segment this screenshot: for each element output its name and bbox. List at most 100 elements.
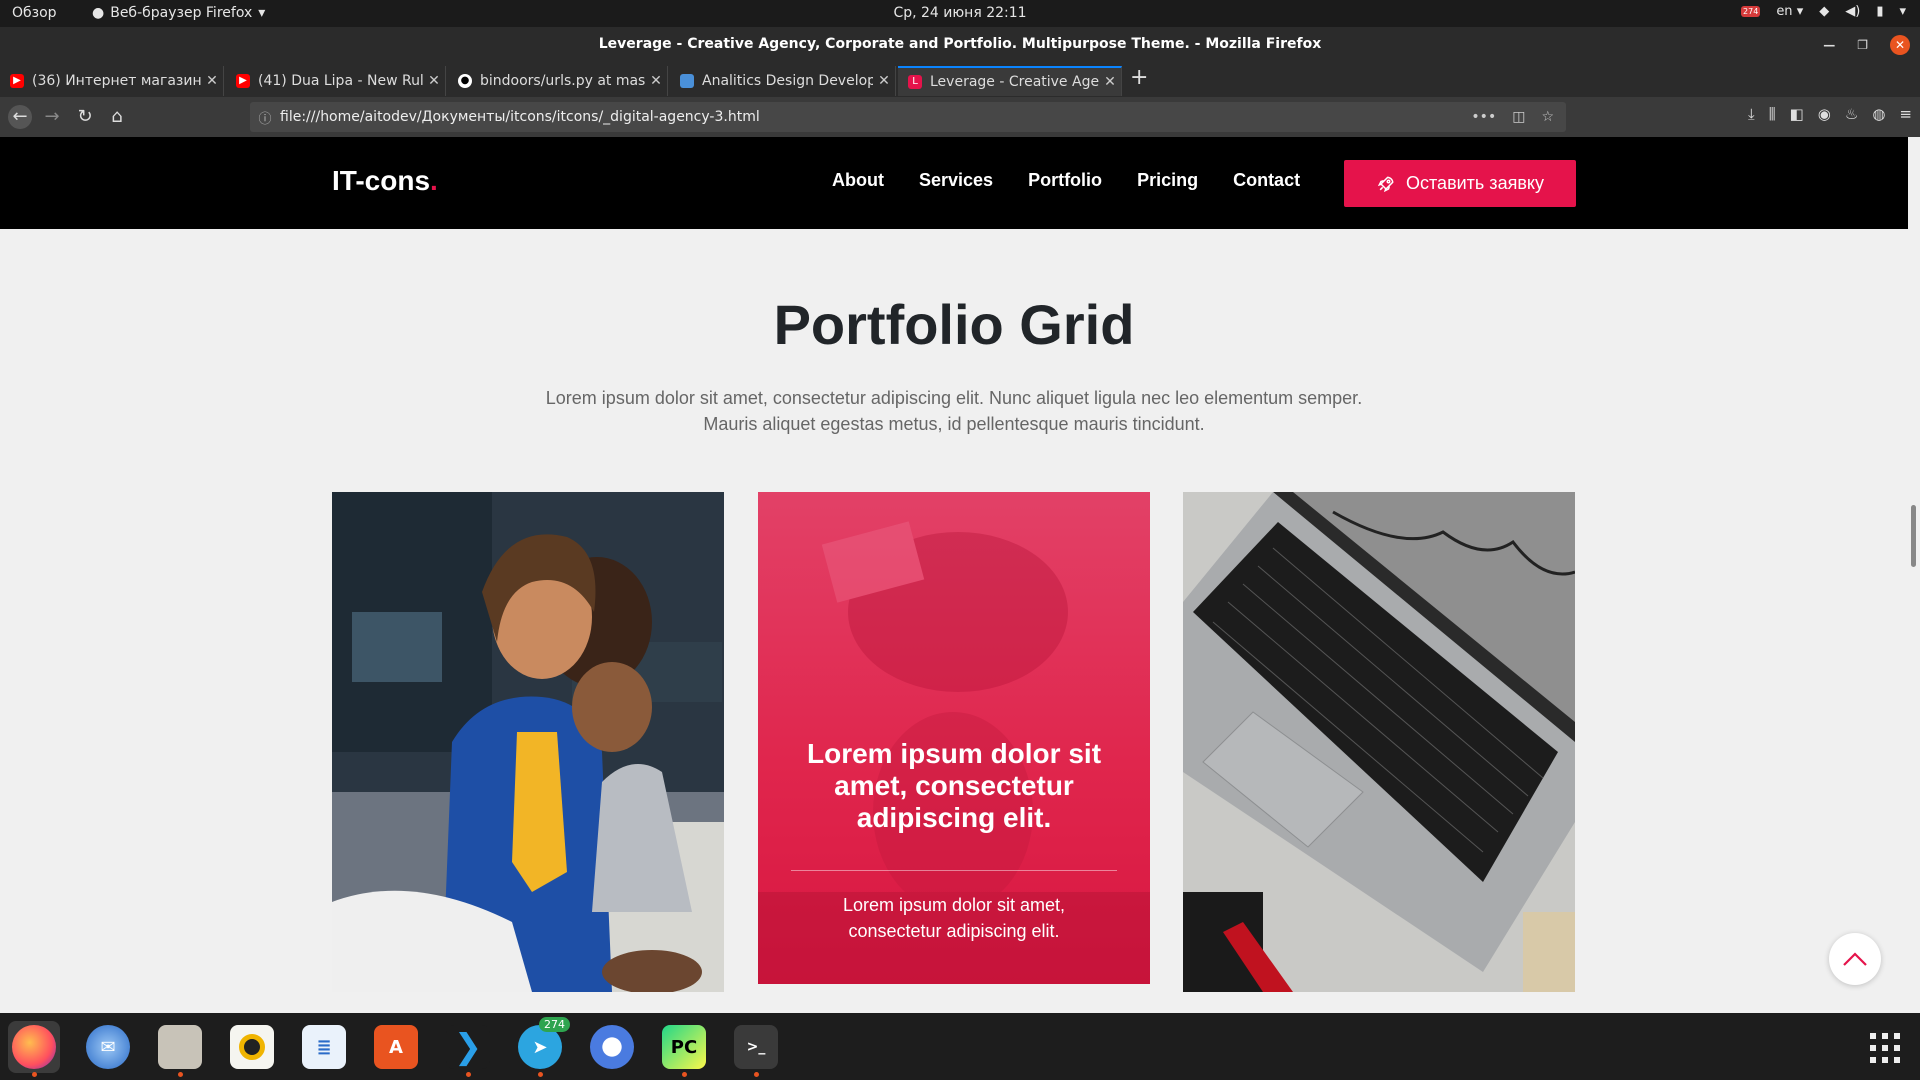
nav-about[interactable]: About xyxy=(832,170,884,191)
request-button-label: Оставить заявку xyxy=(1406,173,1544,193)
section-title: Portfolio Grid xyxy=(773,293,1135,356)
clock[interactable]: Ср, 24 июня 22:11 xyxy=(893,5,1026,21)
dock-terminal[interactable]: >_ xyxy=(730,1021,782,1077)
files-icon xyxy=(158,1025,202,1069)
terminal-icon: >_ xyxy=(734,1025,778,1069)
bookmark-star-icon[interactable]: ☆ xyxy=(1541,109,1554,125)
chevron-down-icon[interactable]: ▾ xyxy=(1899,4,1906,19)
close-tab-icon[interactable]: ✕ xyxy=(201,73,223,89)
tab-label: (36) Интернет магазин на xyxy=(32,73,201,89)
chevron-down-icon: ▾ xyxy=(258,5,266,21)
running-indicator xyxy=(754,1072,759,1077)
software-center-icon: A xyxy=(374,1025,418,1069)
language-label: en xyxy=(1776,4,1793,19)
card-title: Lorem ipsum dolor sit amet, consectetur … xyxy=(806,738,1102,833)
app-menu-label: Веб-браузер Firefox xyxy=(110,5,253,21)
url-text[interactable]: file:///home/aitodev/Документы/itcons/it… xyxy=(280,109,1471,125)
close-tab-icon[interactable]: ✕ xyxy=(1099,74,1121,90)
sidebar-icon[interactable]: ◧ xyxy=(1790,105,1804,123)
battery-icon[interactable]: ▮ xyxy=(1876,4,1883,19)
portfolio-card-2[interactable]: Lorem ipsum dolor sit amet, consectetur … xyxy=(758,492,1150,984)
rocket-icon xyxy=(1377,176,1394,192)
dock-vscode[interactable]: ❯ xyxy=(442,1021,494,1077)
new-tab-icon[interactable]: + xyxy=(1130,65,1148,90)
request-button[interactable]: Оставить заявку xyxy=(1344,160,1576,207)
scroll-to-top-button[interactable] xyxy=(1829,933,1881,985)
pocket-icon[interactable]: ◫ xyxy=(1512,109,1525,125)
site-header: IT-cons. About Services Portfolio Pricin… xyxy=(0,137,1908,229)
youtube-icon: ▶ xyxy=(236,74,250,88)
youtube-icon: ▶ xyxy=(10,74,24,88)
minimize-icon[interactable]: — xyxy=(1823,38,1835,52)
main-nav: About Services Portfolio Pricing Contact xyxy=(832,170,1300,191)
show-applications-icon[interactable] xyxy=(1870,1033,1900,1063)
page-scrollbar[interactable] xyxy=(1908,137,1920,1013)
extension-icon[interactable]: ◍ xyxy=(1872,105,1885,123)
scrollbar-thumb[interactable] xyxy=(1911,505,1916,567)
reload-icon[interactable]: ↻ xyxy=(73,105,97,129)
vscode-icon: ❯ xyxy=(446,1025,490,1069)
tab[interactable]: ▶ (41) Dua Lipa - New Rules ✕ xyxy=(226,66,446,96)
navigation-bar: ← → ↻ ⌂ ⓘ file:///home/aitodev/Документы… xyxy=(0,97,1920,137)
close-window-icon[interactable]: ✕ xyxy=(1890,35,1910,55)
writer-icon: ≣ xyxy=(302,1025,346,1069)
page-actions-icon[interactable]: ••• xyxy=(1471,109,1496,125)
section-description: Lorem ipsum dolor sit amet, consectetur … xyxy=(545,388,1363,434)
portfolio-card-3[interactable] xyxy=(1183,492,1575,992)
library-icon[interactable]: ⫼ xyxy=(1769,105,1776,123)
volume-icon[interactable]: ◀) xyxy=(1845,4,1860,19)
language-indicator[interactable]: en ▾ xyxy=(1776,4,1803,19)
account-icon[interactable]: ◉ xyxy=(1818,105,1831,123)
system-tray: 274 en ▾ ◆ ◀) ▮ ▾ xyxy=(1741,4,1906,19)
portfolio-card-1[interactable] xyxy=(332,492,724,992)
url-bar[interactable]: ⓘ file:///home/aitodev/Документы/itcons/… xyxy=(250,102,1566,132)
dock-files[interactable] xyxy=(154,1021,206,1077)
thunderbird-icon: ✉ xyxy=(86,1025,130,1069)
site-logo[interactable]: IT-cons. xyxy=(332,165,438,197)
card-subtitle: Lorem ipsum dolor sit amet, consectetur … xyxy=(842,895,1066,941)
close-tab-icon[interactable]: ✕ xyxy=(423,73,445,89)
dock-writer[interactable]: ≣ xyxy=(298,1021,350,1073)
extension-icon[interactable]: ♨ xyxy=(1845,105,1858,123)
dock-chromium[interactable] xyxy=(586,1021,638,1073)
tab[interactable]: ● bindoors/urls.py at maste ✕ xyxy=(448,66,668,96)
nav-portfolio[interactable]: Portfolio xyxy=(1028,170,1102,191)
chromium-icon xyxy=(590,1025,634,1069)
leverage-favicon-icon: L xyxy=(908,75,922,89)
logo-dot: . xyxy=(430,165,438,196)
dock-telegram[interactable]: ➤ 274 xyxy=(514,1017,570,1077)
chevron-up-icon xyxy=(1843,952,1867,966)
tab-active[interactable]: L Leverage - Creative Agenc ✕ xyxy=(898,66,1122,96)
menu-icon[interactable]: ≡ xyxy=(1899,105,1912,123)
dock-rhythmbox[interactable] xyxy=(226,1021,278,1073)
tab-bar: ▶ (36) Интернет магазин на ✕ ▶ (41) Dua … xyxy=(0,63,1920,97)
divider xyxy=(791,870,1117,871)
dock-thunderbird[interactable]: ✉ xyxy=(82,1021,134,1073)
dock-pycharm[interactable]: PC xyxy=(658,1021,710,1077)
forward-icon[interactable]: → xyxy=(40,105,64,129)
tab[interactable]: Analitics Design Develop ✕ xyxy=(670,66,896,96)
nav-contact[interactable]: Contact xyxy=(1233,170,1300,191)
download-icon[interactable]: ⤓ xyxy=(1748,105,1755,123)
office-photo xyxy=(332,492,724,992)
app-menu[interactable]: ● Веб-браузер Firefox ▾ xyxy=(92,5,265,21)
close-tab-icon[interactable]: ✕ xyxy=(645,73,667,89)
github-icon: ● xyxy=(458,74,472,88)
dock-firefox[interactable] xyxy=(8,1021,60,1077)
nav-services[interactable]: Services xyxy=(919,170,993,191)
close-tab-icon[interactable]: ✕ xyxy=(873,73,895,89)
tab[interactable]: ▶ (36) Интернет магазин на ✕ xyxy=(0,66,224,96)
maximize-icon[interactable]: ❐ xyxy=(1857,38,1868,52)
notification-badge[interactable]: 274 xyxy=(1741,6,1761,17)
running-indicator xyxy=(682,1072,687,1077)
wifi-icon[interactable]: ◆ xyxy=(1819,4,1829,19)
home-icon[interactable]: ⌂ xyxy=(105,105,129,129)
nav-pricing[interactable]: Pricing xyxy=(1137,170,1198,191)
pycharm-icon: PC xyxy=(662,1025,706,1069)
activities-button[interactable]: Обзор xyxy=(12,5,57,21)
tab-label: bindoors/urls.py at maste xyxy=(480,73,645,89)
dock-software[interactable]: A xyxy=(370,1021,422,1073)
back-icon[interactable]: ← xyxy=(8,105,32,129)
tab-label: (41) Dua Lipa - New Rules xyxy=(258,73,423,89)
info-icon[interactable]: ⓘ xyxy=(250,108,280,127)
